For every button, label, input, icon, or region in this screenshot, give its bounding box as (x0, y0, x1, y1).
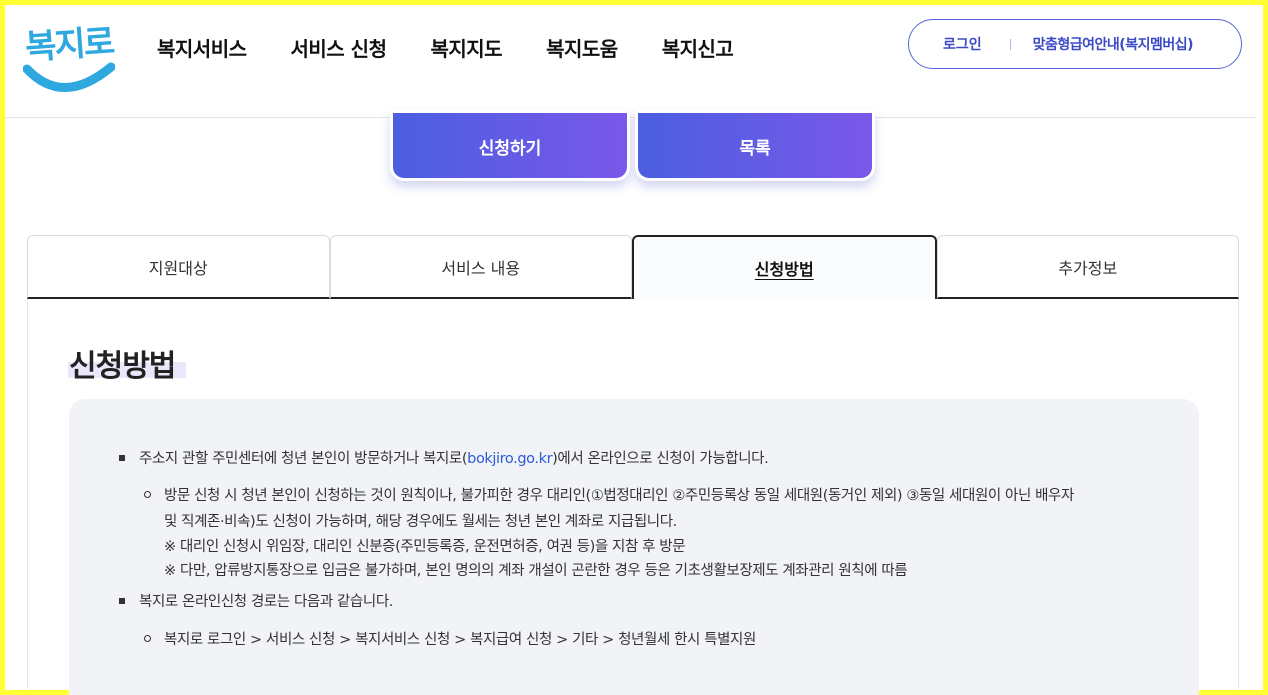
nav-welfare-report[interactable]: 복지신고 (662, 33, 734, 62)
list-button[interactable]: 목록 (635, 110, 875, 181)
login-link[interactable]: 로그인 (943, 34, 982, 54)
bullet-square (119, 598, 125, 604)
smile-icon (23, 62, 115, 92)
global-nav: 복지서비스 서비스 신청 복지지도 복지도움 복지신고 (157, 33, 777, 62)
sub-bullet-line: 방문 신청 시 청년 본인이 신청하는 것이 원칙이나, 불가피한 경우 대리인… (164, 488, 1074, 504)
tab-panel: 신청방법 주소지 관할 주민센터에 청년 본인이 방문하거나 복지로(bokji… (27, 299, 1239, 695)
tab-how-to-apply[interactable]: 신청방법 (632, 235, 937, 299)
nav-welfare-map[interactable]: 복지지도 (430, 33, 502, 62)
sub-bullet-line: 복지로 로그인 > 서비스 신청 > 복지서비스 신청 > 복지급여 신청 > … (164, 632, 756, 648)
bullet-text: )에서 온라인으로 신청이 가능합니다. (552, 451, 769, 467)
nav-welfare-help[interactable]: 복지도움 (546, 33, 618, 62)
bullet-item: 복지로 온라인신청 경로는 다음과 같습니다. (139, 594, 393, 610)
util-divider (1009, 38, 1011, 50)
site-header: 복지로 복지서비스 서비스 신청 복지지도 복지도움 복지신고 로그인 맞춤형급… (5, 5, 1257, 118)
note-line: ※ 대리인 신청시 위임장, 대리인 신분증(주민등록증, 운전면허증, 여권 … (164, 539, 686, 555)
bullet-item: 주소지 관할 주민센터에 청년 본인이 방문하거나 복지로(bokjiro.go… (139, 447, 769, 468)
nav-welfare-service[interactable]: 복지서비스 (157, 33, 247, 62)
note-line: ※ 다만, 압류방지통장으로 입금은 불가하며, 본인 명의의 계좌 개설이 곤… (164, 563, 908, 579)
util-menu: 로그인 맞춤형급여안내(복지멤버십) (908, 19, 1242, 69)
bullet-circle (144, 635, 151, 642)
bokjiro-link[interactable]: bokjiro.go.kr (467, 451, 552, 467)
tab-eligibility[interactable]: 지원대상 (27, 235, 330, 299)
bokjiro-logo[interactable]: 복지로 (23, 13, 115, 109)
tab-additional-info[interactable]: 추가정보 (936, 235, 1239, 299)
nav-service-apply[interactable]: 서비스 신청 (291, 33, 387, 62)
bullet-square (119, 455, 125, 461)
info-box: 주소지 관할 주민센터에 청년 본인이 방문하거나 복지로(bokjiro.go… (69, 399, 1199, 695)
section-title: 신청방법 (69, 349, 176, 384)
apply-button[interactable]: 신청하기 (390, 110, 630, 181)
tab-service-content[interactable]: 서비스 내용 (329, 235, 632, 299)
sub-bullet-line: 및 직계존·비속)도 신청이 가능하며, 해당 경우에도 월세는 청년 본인 계… (164, 514, 677, 530)
detail-tabs: 지원대상 서비스 내용 신청방법 추가정보 (27, 235, 1239, 299)
membership-link[interactable]: 맞춤형급여안내(복지멤버십) (1033, 34, 1194, 54)
bullet-circle (144, 491, 151, 498)
bullet-text: 주소지 관할 주민센터에 청년 본인이 방문하거나 복지로( (139, 451, 468, 467)
